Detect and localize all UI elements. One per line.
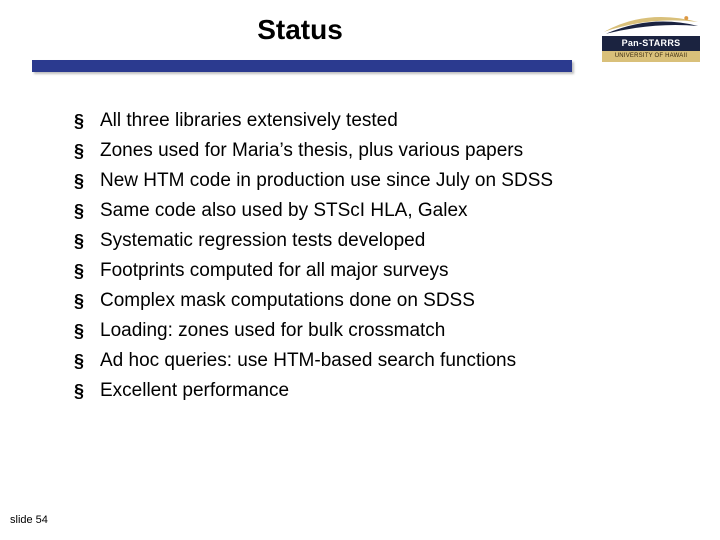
bullet-icon: §	[74, 198, 86, 224]
bullet-icon: §	[74, 228, 86, 254]
bullet-list: § All three libraries extensively tested…	[74, 108, 660, 408]
list-item-text: New HTM code in production use since Jul…	[100, 168, 553, 194]
list-item: § Excellent performance	[74, 378, 660, 404]
bullet-icon: §	[74, 288, 86, 314]
list-item: § All three libraries extensively tested	[74, 108, 660, 134]
bullet-icon: §	[74, 318, 86, 344]
list-item-text: Zones used for Maria’s thesis, plus vari…	[100, 138, 523, 164]
bullet-icon: §	[74, 168, 86, 194]
bullet-icon: §	[74, 258, 86, 284]
list-item: § New HTM code in production use since J…	[74, 168, 660, 194]
logo-subtext: UNIVERSITY OF HAWAII	[602, 51, 700, 62]
logo-swoosh-icon	[602, 12, 700, 36]
bullet-icon: §	[74, 348, 86, 374]
list-item: § Systematic regression tests developed	[74, 228, 660, 254]
list-item-text: Footprints computed for all major survey…	[100, 258, 448, 284]
bullet-icon: §	[74, 378, 86, 404]
logo: Pan-STARRS UNIVERSITY OF HAWAII	[596, 8, 706, 68]
list-item-text: Ad hoc queries: use HTM-based search fun…	[100, 348, 516, 374]
logo-text: Pan-STARRS	[602, 36, 700, 51]
list-item-text: Systematic regression tests developed	[100, 228, 425, 254]
slide-number: slide 54	[10, 514, 48, 526]
list-item: § Same code also used by STScI HLA, Gale…	[74, 198, 660, 224]
list-item-text: All three libraries extensively tested	[100, 108, 398, 134]
bullet-icon: §	[74, 108, 86, 134]
list-item: § Footprints computed for all major surv…	[74, 258, 660, 284]
list-item: § Loading: zones used for bulk crossmatc…	[74, 318, 660, 344]
bullet-icon: §	[74, 138, 86, 164]
list-item-text: Same code also used by STScI HLA, Galex	[100, 198, 468, 224]
slide: Status Pan-STARRS UNIVERSITY OF HAWAII §…	[0, 0, 720, 540]
list-item-text: Loading: zones used for bulk crossmatch	[100, 318, 445, 344]
list-item-text: Complex mask computations done on SDSS	[100, 288, 475, 314]
slide-title: Status	[0, 14, 600, 46]
title-divider	[32, 60, 572, 72]
list-item: § Complex mask computations done on SDSS	[74, 288, 660, 314]
list-item: § Zones used for Maria’s thesis, plus va…	[74, 138, 660, 164]
list-item: § Ad hoc queries: use HTM-based search f…	[74, 348, 660, 374]
list-item-text: Excellent performance	[100, 378, 289, 404]
